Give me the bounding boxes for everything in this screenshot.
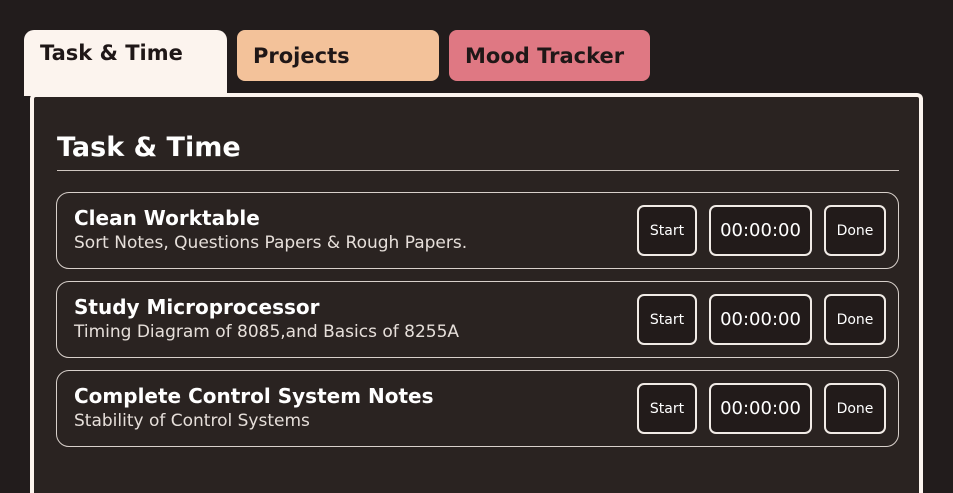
task-timer: 00:00:00 (709, 205, 812, 256)
task-title: Complete Control System Notes (74, 384, 434, 408)
task-card: Clean Worktable Sort Notes, Questions Pa… (56, 192, 899, 269)
done-button[interactable]: Done (824, 383, 886, 434)
task-description: Timing Diagram of 8085,and Basics of 825… (74, 322, 460, 342)
task-title: Study Microprocessor (74, 295, 320, 319)
done-button[interactable]: Done (824, 294, 886, 345)
task-card: Study Microprocessor Timing Diagram of 8… (56, 281, 899, 358)
task-and-time-panel: Task & Time Clean Worktable Sort Notes, … (30, 93, 923, 493)
task-description: Stability of Control Systems (74, 411, 310, 431)
panel-title: Task & Time (57, 132, 241, 163)
task-timer: 00:00:00 (709, 294, 812, 345)
tab-task-and-time[interactable]: Task & Time (24, 30, 227, 96)
tab-projects[interactable]: Projects (237, 30, 439, 81)
start-button[interactable]: Start (637, 383, 697, 434)
start-button[interactable]: Start (637, 294, 697, 345)
title-divider (57, 170, 899, 171)
tab-mood-tracker[interactable]: Mood Tracker (449, 30, 650, 81)
done-button[interactable]: Done (824, 205, 886, 256)
task-title: Clean Worktable (74, 206, 260, 230)
task-description: Sort Notes, Questions Papers & Rough Pap… (74, 233, 468, 253)
task-timer: 00:00:00 (709, 383, 812, 434)
task-card: Complete Control System Notes Stability … (56, 370, 899, 447)
start-button[interactable]: Start (637, 205, 697, 256)
